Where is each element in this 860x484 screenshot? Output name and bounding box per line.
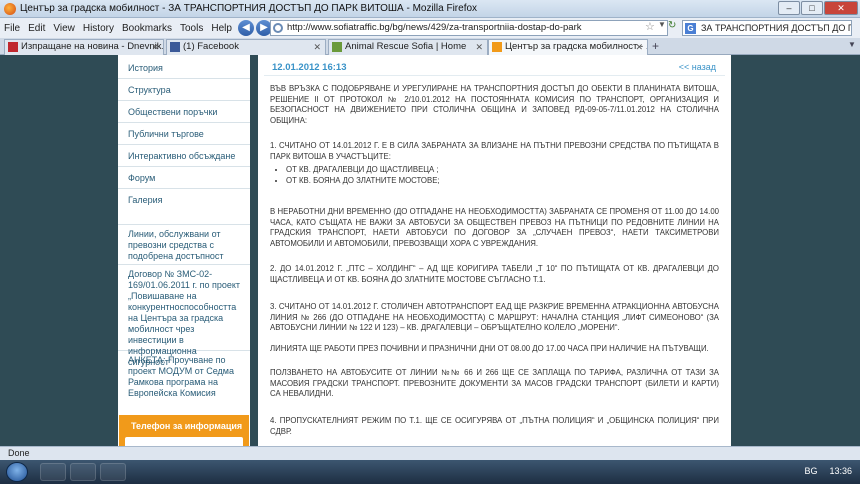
menu-tools[interactable]: Tools: [180, 23, 203, 34]
media-player-icon[interactable]: [100, 463, 126, 481]
list-item: ОТ КВ. ДРАГАЛЕВЦИ ДО ЩАСТЛИВЕЦА ;: [286, 165, 719, 176]
tab-close-icon[interactable]: ✕: [151, 40, 159, 54]
menu-nav-row: File Edit View History Bookmarks Tools Help ◀ …: [0, 18, 860, 38]
article-point-3: 3. СЧИТАНО ОТ 14.01.2012 Г. СТОЛИЧЕН АВТ…: [270, 302, 719, 332]
sidebar-item-structure[interactable]: Структура: [118, 79, 250, 101]
firefox-taskbar-icon[interactable]: [70, 463, 96, 481]
maximize-button[interactable]: □: [801, 1, 823, 15]
tab-sofiatraffic[interactable]: Център за градска мобилност - ... ✕: [488, 39, 648, 55]
sidebar-item-accessible-lines[interactable]: Линии, обслужвани от превозни средства с…: [118, 225, 250, 265]
menu-bar: File Edit View History Bookmarks Tools Help: [0, 23, 236, 34]
search-text: ЗА ТРАНСПОРТНИЯ ДОСТЪП ДО ПАР: [701, 23, 852, 33]
close-window-button[interactable]: ✕: [824, 1, 858, 15]
menu-file[interactable]: File: [4, 23, 20, 34]
new-tab-button[interactable]: +: [652, 39, 659, 53]
menu-history[interactable]: History: [83, 23, 114, 34]
tab-label: (1) Facebook: [183, 41, 239, 52]
tab-label: Център за градска мобилност - ...: [505, 41, 648, 52]
sidebar-item-history[interactable]: История: [118, 59, 250, 79]
article-point-4: 4. ПРОПУСКАТЕЛНИЯТ РЕЖИМ ПО Т.1. ЩЕ СЕ О…: [270, 416, 719, 436]
phone-info-panel: [125, 437, 243, 446]
back-link[interactable]: << назад: [679, 62, 716, 72]
address-bar[interactable]: http://www.sofiatraffic.bg/bg/news/429/z…: [270, 20, 668, 36]
search-box[interactable]: G ЗА ТРАНСПОРТНИЯ ДОСТЪП ДО ПАР: [682, 20, 852, 36]
tab-animal-rescue[interactable]: Animal Rescue Sofia | Home ✕: [328, 39, 488, 55]
menu-view[interactable]: View: [53, 23, 75, 34]
window-titlebar: Център за градска мобилност - ЗА ТРАНСПО…: [0, 0, 860, 18]
article-date: 12.01.2012 16:13: [272, 62, 347, 73]
language-indicator[interactable]: BG: [804, 466, 817, 476]
article-paragraph-2: В НЕРАБОТНИ ДНИ ВРЕМЕННО (ДО ОТПАДАНЕ НА…: [270, 207, 719, 248]
start-button-icon[interactable]: [6, 462, 28, 482]
divider: [264, 75, 725, 76]
tab-list-icon[interactable]: ▼: [848, 40, 856, 49]
sidebar-item-tenders[interactable]: Публични търгове: [118, 123, 250, 145]
reload-icon[interactable]: ↻: [668, 20, 680, 34]
sidebar-item-survey[interactable]: АНКЕТА: Проучване по проект МОДУМ от Сед…: [118, 351, 250, 401]
phone-info-title: Телефон за информация: [131, 421, 243, 431]
back-button[interactable]: ◀: [237, 20, 254, 36]
sidebar-item-gallery[interactable]: Галерия: [118, 189, 250, 225]
site-icon: [273, 23, 283, 33]
window-controls: – □ ✕: [778, 1, 858, 15]
sidebar-item-forum[interactable]: Форум: [118, 167, 250, 189]
system-tray: BG 13:36: [804, 466, 852, 476]
facebook-favicon: [170, 42, 180, 52]
animal-rescue-favicon: [332, 42, 342, 52]
tab-label: Изпращане на новина - Dnevnik.bg: [21, 41, 164, 52]
firefox-icon: [4, 2, 16, 15]
article-point-1: 1. СЧИТАНО ОТ 14.01.2012 Г. Е В СИЛА ЗАБ…: [270, 141, 719, 161]
tab-close-icon[interactable]: ✕: [313, 40, 321, 54]
sidebar-item-discussion[interactable]: Интерактивно обсъждане: [118, 145, 250, 167]
article-panel: 12.01.2012 16:13 << назад ВЪВ ВРЪЗКА С П…: [258, 55, 731, 446]
phone-info-box: Телефон за информация: [119, 415, 249, 446]
dnevnik-favicon: [8, 42, 18, 52]
tab-close-icon[interactable]: ✕: [475, 40, 483, 54]
tab-facebook[interactable]: (1) Facebook ✕: [166, 39, 326, 55]
article-paragraph-6: ПОЛЗВАНЕТО НА АВТОБУСИТЕ ОТ ЛИНИИ №№ 66 …: [270, 368, 719, 398]
sidebar-item-contract[interactable]: Договор № ЗМС-02-169/01.06.2011 г. по пр…: [118, 265, 250, 367]
list-item: ОТ КВ. БОЯНА ДО ЗЛАТНИТЕ МОСТОВЕ;: [286, 176, 719, 187]
article-intro: ВЪВ ВРЪЗКА С ПОДОБРЯВАНЕ И УРЕГУЛИРАНЕ Н…: [270, 84, 719, 125]
page-viewport: История Структура Обществени поръчки Пуб…: [0, 55, 860, 446]
tab-close-icon[interactable]: ✕: [635, 40, 643, 54]
article-bullets: ОТ КВ. ДРАГАЛЕВЦИ ДО ЩАСТЛИВЕЦА ; ОТ КВ.…: [270, 165, 719, 186]
sidebar-item-procurement[interactable]: Обществени поръчки: [118, 101, 250, 123]
window-title: Център за градска мобилност - ЗА ТРАНСПО…: [20, 3, 478, 14]
tab-dnevnik[interactable]: Изпращане на новина - Dnevnik.bg ✕: [4, 39, 164, 55]
menu-edit[interactable]: Edit: [28, 23, 45, 34]
menu-bookmarks[interactable]: Bookmarks: [122, 23, 172, 34]
clock[interactable]: 13:36: [829, 466, 852, 476]
sofiatraffic-favicon: [492, 42, 502, 52]
url-text: http://www.sofiatraffic.bg/bg/news/429/z…: [287, 22, 582, 33]
status-bar: Done: [0, 446, 860, 460]
article-paragraph-5: ЛИНИЯТА ЩЕ РАБОТИ ПРЕЗ ПОЧИВНИ И ПРАЗНИЧ…: [270, 344, 709, 353]
minimize-button[interactable]: –: [778, 1, 800, 15]
url-dropdown-icon[interactable]: ▼: [658, 20, 666, 29]
tab-strip: Изпращане на новина - Dnevnik.bg ✕ (1) F…: [0, 38, 860, 55]
left-sidebar: История Структура Обществени поръчки Пуб…: [118, 55, 250, 446]
article-point-2: 2. ДО 14.01.2012 Г. „ПТС – ХОЛДИНГ“ – АД…: [270, 264, 719, 284]
taskbar: BG 13:36: [0, 460, 860, 484]
menu-help[interactable]: Help: [211, 23, 232, 34]
google-search-icon: G: [685, 23, 696, 34]
explorer-icon[interactable]: [40, 463, 66, 481]
tab-label: Animal Rescue Sofia | Home: [345, 41, 467, 52]
bookmark-star-icon[interactable]: ☆: [645, 20, 655, 33]
